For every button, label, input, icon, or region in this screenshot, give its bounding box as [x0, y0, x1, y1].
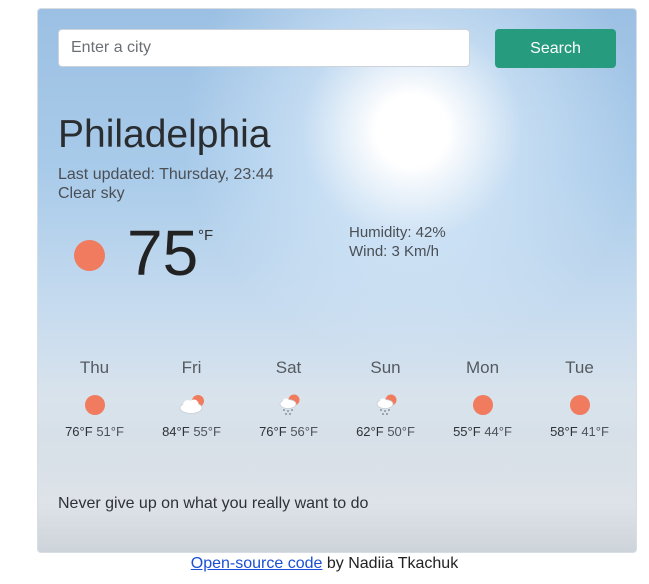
forecast-day: Mon 55°F 44°F	[434, 358, 531, 439]
search-button[interactable]: Search	[495, 29, 616, 68]
forecast-day-name: Tue	[565, 358, 594, 377]
wind-text: Wind: 3 Km/h	[349, 243, 440, 260]
city-search-input[interactable]	[58, 29, 470, 67]
forecast-temps: 55°F 44°F	[434, 424, 531, 439]
temperature-unit-fahrenheit[interactable]: °F	[198, 227, 213, 244]
current-temperature: 75	[127, 217, 199, 289]
sun-icon	[74, 240, 105, 271]
partly-cloudy-icon	[177, 393, 207, 415]
forecast-day-name: Sat	[275, 358, 302, 377]
forecast-day: Sun 62°F 50°F	[337, 358, 434, 439]
forecast-low: 50°F	[387, 424, 415, 439]
last-updated-text: Last updated: Thursday, 23:44	[58, 166, 274, 183]
forecast-day-name: Sun	[370, 358, 401, 377]
motivational-quote: Never give up on what you really want to…	[58, 495, 369, 512]
forecast-day-name: Fri	[181, 358, 202, 377]
footer: Open-source code by Nadiia Tkachuk	[0, 555, 649, 573]
sun-icon	[468, 393, 498, 415]
rain-sun-icon	[274, 393, 304, 415]
rain-sun-icon	[371, 393, 401, 415]
forecast-low: 51°F	[96, 424, 124, 439]
weather-card: Search Philadelphia Last updated: Thursd…	[37, 8, 637, 553]
forecast-day: Fri 84°F 55°F	[143, 358, 240, 439]
sun-icon	[80, 393, 110, 415]
forecast-low: 55°F	[193, 424, 221, 439]
forecast-high: 84°F	[162, 424, 190, 439]
forecast-temps: 76°F 51°F	[46, 424, 143, 439]
forecast-low: 41°F	[581, 424, 609, 439]
forecast-high: 76°F	[259, 424, 287, 439]
forecast-temps: 62°F 50°F	[337, 424, 434, 439]
forecast-low: 56°F	[290, 424, 318, 439]
forecast-day: Sat 76°F 56°F	[240, 358, 337, 439]
forecast-high: 76°F	[65, 424, 93, 439]
forecast-day: Thu 76°F 51°F	[46, 358, 143, 439]
forecast-high: 55°F	[453, 424, 481, 439]
forecast-low: 44°F	[484, 424, 512, 439]
forecast-temps: 84°F 55°F	[143, 424, 240, 439]
weather-description: Clear sky	[58, 185, 125, 202]
forecast-temps: 58°F 41°F	[531, 424, 628, 439]
forecast-temps: 76°F 56°F	[240, 424, 337, 439]
open-source-code-link[interactable]: Open-source code	[191, 555, 323, 572]
humidity-text: Humidity: 42%	[349, 224, 446, 241]
background-haze	[38, 432, 636, 552]
forecast-day-name: Mon	[465, 358, 500, 377]
forecast-high: 62°F	[356, 424, 384, 439]
forecast-day-name: Thu	[79, 358, 110, 377]
city-name: Philadelphia	[58, 113, 271, 156]
footer-author: by Nadiia Tkachuk	[326, 555, 459, 572]
forecast-high: 58°F	[550, 424, 578, 439]
sun-icon	[565, 393, 595, 415]
forecast-day: Tue 58°F 41°F	[531, 358, 628, 439]
